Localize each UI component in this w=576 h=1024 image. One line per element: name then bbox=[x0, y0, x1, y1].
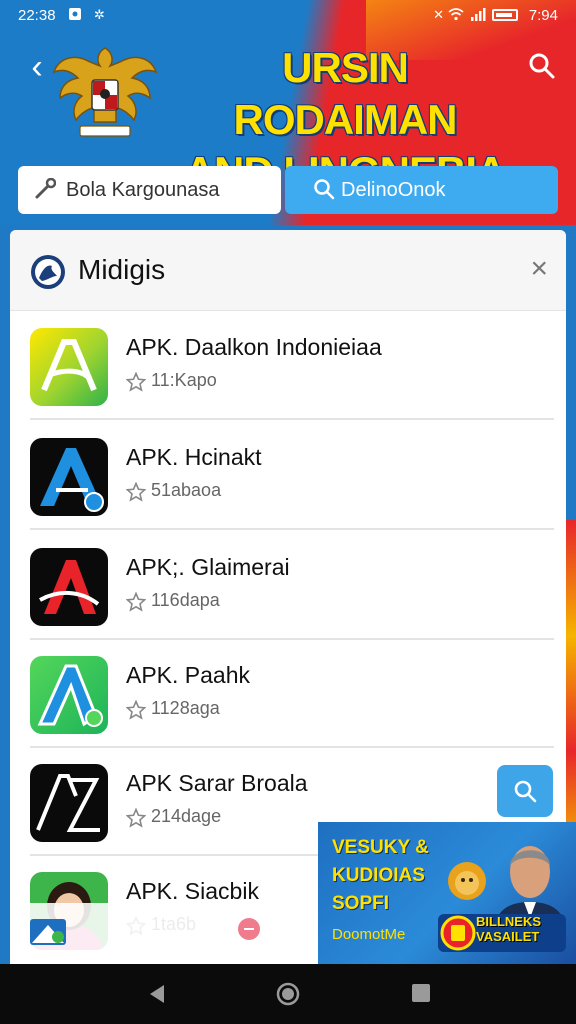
search-input[interactable]: Bola Kargounasa bbox=[18, 166, 281, 214]
app-count: 214dage bbox=[151, 806, 222, 826]
search-button[interactable]: DelinoOnok bbox=[285, 166, 558, 214]
app-icon-blue-a bbox=[30, 438, 108, 516]
search-input-value: Bola Kargounasa bbox=[66, 179, 220, 201]
garuda-emblem-icon bbox=[52, 47, 158, 137]
search-icon bbox=[314, 179, 335, 200]
star-icon bbox=[126, 592, 146, 612]
ad-badge-text: BILLNEKS VASAILET bbox=[476, 914, 541, 944]
signal-icon bbox=[470, 7, 486, 24]
app-count: 1128aga bbox=[151, 698, 220, 718]
ad-line-3: SOPFI bbox=[332, 893, 390, 914]
app-icon-green-blue-a bbox=[30, 656, 108, 734]
ad-line-1: VESUKY & bbox=[332, 837, 429, 858]
app-icon-red-a bbox=[30, 548, 108, 626]
bluetooth-icon: ✲ bbox=[94, 7, 105, 22]
mute-icon: ✕ bbox=[433, 7, 444, 22]
row-divider bbox=[30, 418, 554, 420]
app-row[interactable]: APK. Daalkon Indonieiaa 11:Kapo bbox=[10, 312, 566, 420]
key-icon bbox=[35, 178, 56, 199]
row-search-button[interactable] bbox=[497, 765, 553, 817]
ad-subtext: DoomotMe bbox=[332, 926, 406, 943]
search-icon bbox=[514, 780, 537, 803]
app-name: APK. Hcinakt bbox=[126, 444, 262, 470]
battery-icon bbox=[492, 9, 518, 21]
back-button[interactable]: ‹ bbox=[22, 50, 52, 84]
star-icon bbox=[126, 372, 146, 392]
ad-line-2: KUDIOIAS bbox=[332, 865, 425, 886]
app-count: 116dapa bbox=[151, 590, 220, 610]
nav-recents-icon[interactable] bbox=[410, 982, 432, 1004]
app-icon-black-az bbox=[30, 764, 108, 842]
nav-back-icon[interactable] bbox=[146, 982, 168, 1006]
search-icon[interactable] bbox=[528, 52, 556, 80]
app-name: APK Sarar Broala bbox=[126, 770, 308, 796]
lion-mascot-icon bbox=[448, 862, 486, 900]
row-divider bbox=[30, 528, 554, 530]
nav-home-icon[interactable] bbox=[276, 982, 300, 1006]
status-time-right: 7:94 bbox=[528, 7, 558, 24]
app-name: APK. Paahk bbox=[126, 662, 251, 688]
header-banner: ‹ URSIN RODAIMAN AND LINGNEBIA Bola Karg… bbox=[0, 0, 576, 225]
flag-icon bbox=[30, 919, 66, 945]
floating-bar bbox=[10, 903, 320, 955]
ad-headline: VESUKY & KUDIOIAS SOPFI bbox=[332, 834, 429, 918]
title-line-1: URSIN RODAIMAN bbox=[233, 44, 458, 143]
navigation-bar bbox=[0, 964, 576, 1024]
app-name: APK. Daalkon Indonieiaa bbox=[126, 334, 382, 360]
panel-title: Midigis bbox=[78, 254, 166, 285]
app-name: APK;. Glaimerai bbox=[126, 554, 290, 580]
app-count: 51abaoa bbox=[151, 480, 222, 500]
app-row[interactable]: APK;. Glaimerai 116dapa bbox=[10, 532, 566, 640]
close-icon[interactable]: × bbox=[530, 252, 548, 286]
remove-icon[interactable] bbox=[238, 918, 260, 940]
wifi-icon bbox=[448, 7, 464, 24]
app-count: 11:Kapo bbox=[151, 370, 217, 390]
app-row[interactable]: APK. Hcinakt 51abaoa bbox=[10, 422, 566, 530]
star-icon bbox=[126, 482, 146, 502]
app-row[interactable]: APK. Paahk 1128aga bbox=[10, 640, 566, 748]
ad-banner[interactable]: VESUKY & KUDIOIAS SOPFI DoomotMe BILLNEK… bbox=[318, 822, 576, 964]
star-icon bbox=[126, 700, 146, 720]
app-name: APK. Siacbik bbox=[126, 878, 259, 904]
panel-header: Midigis × bbox=[10, 230, 566, 311]
status-bar: 22:38 ✲ ✕ 7:94 bbox=[0, 0, 576, 30]
status-time: 22:38 bbox=[18, 7, 56, 24]
panel-logo-icon bbox=[31, 255, 65, 289]
app-icon-green-a bbox=[30, 328, 108, 406]
star-icon bbox=[126, 808, 146, 828]
image-icon bbox=[68, 7, 82, 24]
search-button-label: DelinoOnok bbox=[341, 179, 446, 201]
